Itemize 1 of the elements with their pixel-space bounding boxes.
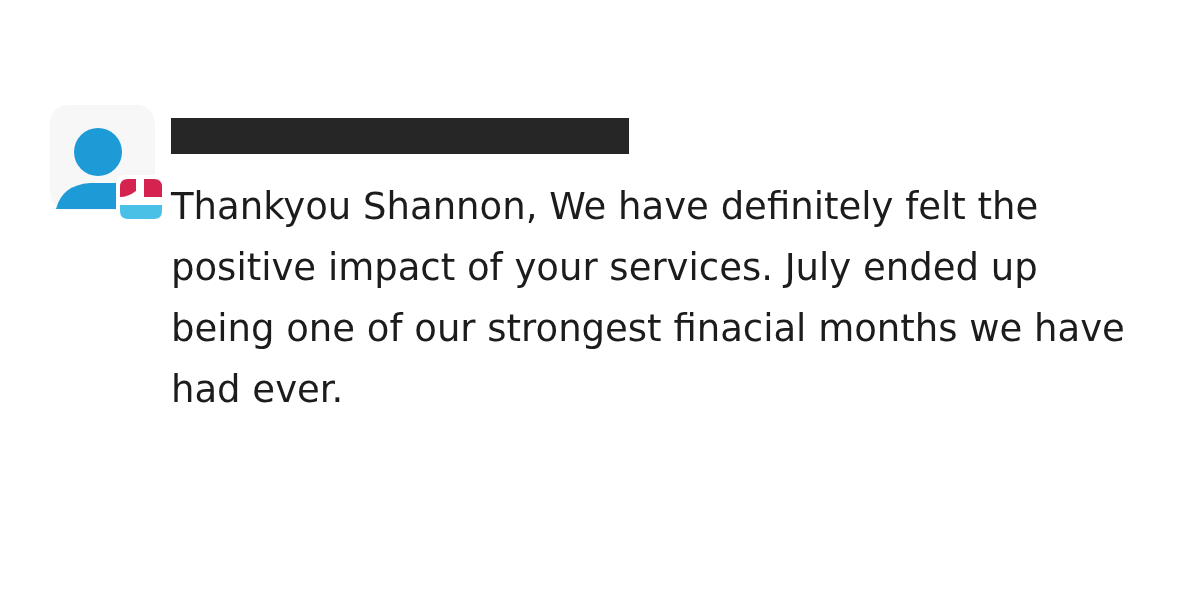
message-text: Thankyou Shannon, We have definitely felt the positive impact of your services. July ended up being one of our strongest finacial months we have had ever.: [171, 184, 1126, 413]
